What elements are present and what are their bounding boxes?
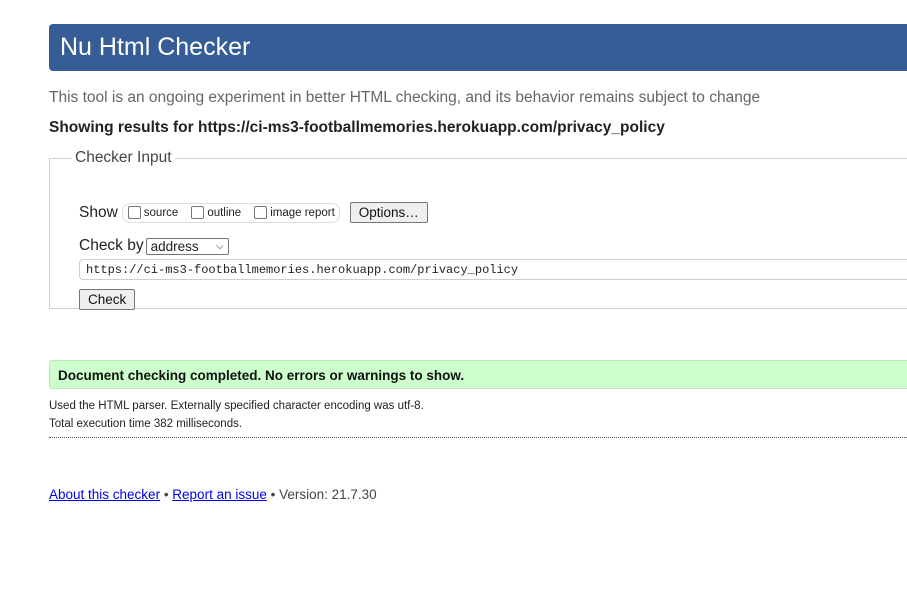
header-bar: Nu Html Checker <box>49 24 907 71</box>
outline-checkbox[interactable] <box>191 206 205 219</box>
image-report-checkbox[interactable] <box>254 206 268 219</box>
check-by-row: Check by address ⌵ <box>79 237 229 255</box>
options-button[interactable]: Options… <box>349 202 428 223</box>
image-report-label: image report <box>270 206 335 219</box>
option-outline[interactable]: outline <box>188 206 241 219</box>
show-options-group: source outline image report <box>121 202 340 223</box>
check-by-select[interactable]: address ⌵ <box>145 237 229 255</box>
checker-input-legend: Checker Input <box>75 149 172 166</box>
tagline: This tool is an ongoing experiment in be… <box>49 89 761 106</box>
check-by-value: address <box>150 238 199 254</box>
option-source[interactable]: source <box>125 206 179 219</box>
footer-separator: • <box>160 487 173 502</box>
about-checker-link[interactable]: About this checker <box>49 487 160 502</box>
divider <box>49 437 907 438</box>
version-text: Version: 21.7.30 <box>279 487 377 502</box>
success-message: Document checking completed. No errors o… <box>49 360 907 389</box>
source-label: source <box>143 206 179 219</box>
chevron-down-icon: ⌵ <box>216 240 224 252</box>
check-by-label: Check by <box>79 237 144 254</box>
result-details: Used the HTML parser. Externally specifi… <box>49 397 907 433</box>
footer: About this checker • Report an issue • V… <box>49 487 377 502</box>
results-prefix: Showing results for <box>49 119 198 136</box>
option-image-report[interactable]: image report <box>251 206 335 219</box>
show-label: Show <box>79 203 118 221</box>
page-title: Nu Html Checker <box>60 33 251 61</box>
footer-separator-2: • <box>266 487 280 502</box>
results-heading: Showing results for https://ci-ms3-footb… <box>49 119 665 137</box>
outline-label: outline <box>207 206 242 219</box>
show-options-row: Show source outline image report Options… <box>79 202 428 223</box>
checker-input-fieldset: Checker Input Show source outline image … <box>49 149 907 310</box>
results-url: https://ci-ms3-footballmemories.herokuap… <box>197 119 665 136</box>
check-button[interactable]: Check <box>79 289 136 310</box>
url-input[interactable]: https://ci-ms3-footballmemories.herokuap… <box>79 259 907 280</box>
parser-info: Used the HTML parser. Externally specifi… <box>49 400 424 412</box>
execution-time: Total execution time 382 milliseconds. <box>49 418 243 430</box>
source-checkbox[interactable] <box>127 206 141 219</box>
report-issue-link[interactable]: Report an issue <box>172 487 267 502</box>
